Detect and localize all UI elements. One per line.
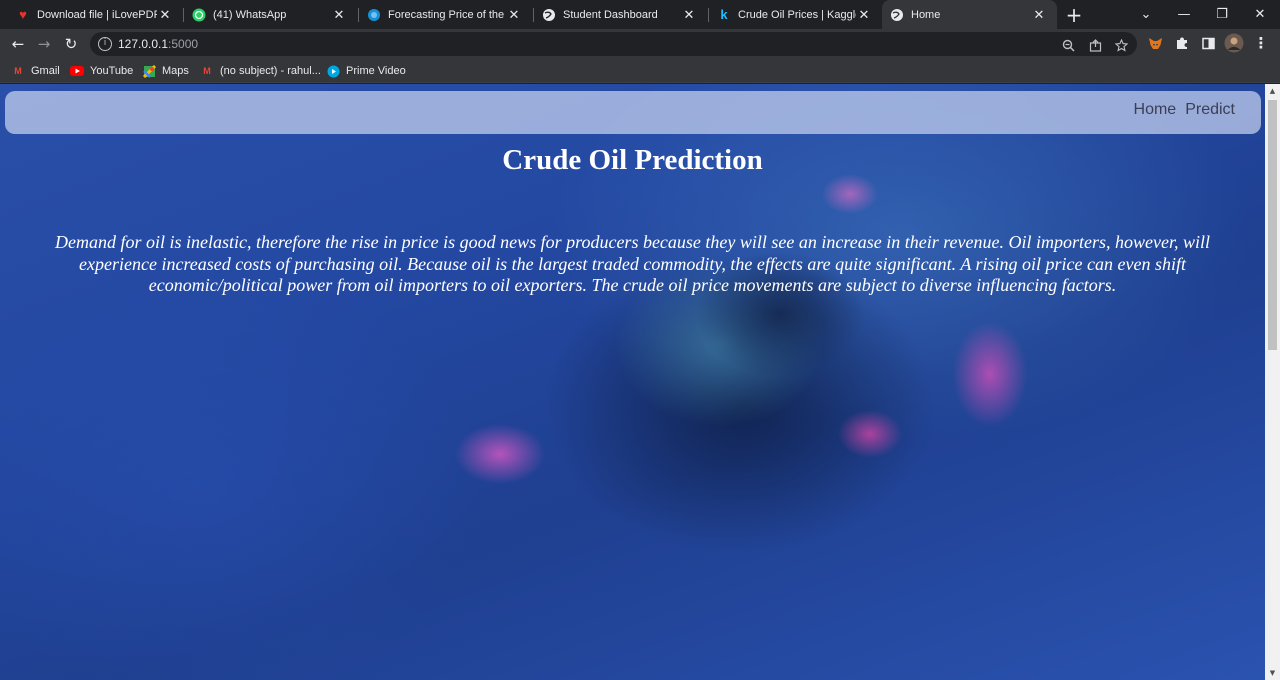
- nav-home-link[interactable]: Home: [1134, 101, 1177, 119]
- bookmark-label: Gmail: [31, 65, 60, 77]
- tab-title: Home: [911, 8, 941, 21]
- bookmark-no-subject[interactable]: M (no subject) - rahul...: [200, 63, 321, 79]
- info-icon[interactable]: i: [98, 37, 112, 51]
- back-button[interactable]: ←: [7, 33, 29, 55]
- tab-title: Download file | iLovePDF: [37, 8, 157, 21]
- side-panel-icon[interactable]: [1198, 33, 1218, 53]
- minimize-button[interactable]: —: [1165, 0, 1203, 29]
- scroll-down-arrow-icon[interactable]: ▼: [1265, 666, 1280, 680]
- tab-search-button[interactable]: ⌄: [1127, 0, 1165, 29]
- nav-predict-link[interactable]: Predict: [1185, 101, 1235, 119]
- gmail-icon: M: [203, 66, 211, 76]
- blue-globe-icon: [367, 8, 381, 22]
- youtube-icon: [70, 64, 84, 78]
- tab-title: Crude Oil Prices | Kaggle: [738, 8, 856, 21]
- tab-home[interactable]: Home ✕: [882, 0, 1057, 29]
- bookmark-youtube[interactable]: YouTube: [70, 63, 133, 79]
- kebab-menu-icon[interactable]: ⋮: [1251, 33, 1271, 53]
- metamask-fox-icon[interactable]: [1145, 33, 1165, 53]
- scroll-up-arrow-icon[interactable]: ▲: [1265, 84, 1280, 98]
- description-paragraph: Demand for oil is inelastic, therefore t…: [55, 232, 1210, 295]
- new-tab-button[interactable]: +: [1063, 3, 1085, 27]
- tab-title: (41) WhatsApp: [213, 8, 287, 21]
- ilovepdf-heart-icon: ♥: [19, 7, 27, 22]
- tab-strip: ♥ Download file | iLovePDF ✕ (41) WhatsA…: [0, 0, 1280, 29]
- close-icon[interactable]: ✕: [856, 7, 872, 23]
- page-scrollbar[interactable]: ▲ ▼: [1265, 84, 1280, 680]
- bookmark-star-icon[interactable]: [1113, 37, 1129, 53]
- nav-links: Home Predict: [1134, 101, 1235, 119]
- bookmark-label: (no subject) - rahul...: [220, 65, 321, 77]
- url-port: :5000: [168, 37, 199, 51]
- zoom-icon[interactable]: [1060, 37, 1076, 53]
- url-host: 127.0.0.1: [118, 37, 169, 51]
- bookmark-label: Maps: [162, 65, 189, 77]
- scrollbar-thumb[interactable]: [1268, 100, 1277, 350]
- globe-icon: [890, 8, 904, 22]
- tab-whatsapp[interactable]: (41) WhatsApp ✕: [184, 0, 357, 29]
- gmail-icon: M: [14, 66, 22, 76]
- bookmark-maps[interactable]: Maps: [142, 63, 189, 79]
- window-close-button[interactable]: ✕: [1241, 0, 1279, 29]
- close-icon[interactable]: ✕: [506, 7, 522, 23]
- close-icon[interactable]: ✕: [157, 7, 173, 23]
- bookmark-label: YouTube: [90, 65, 134, 77]
- tab-student-dashboard[interactable]: Student Dashboard ✕: [534, 0, 707, 29]
- forward-button[interactable]: →: [33, 33, 55, 55]
- reload-button[interactable]: ↻: [60, 33, 82, 55]
- browser-toolbar: ← → ↻ i 127.0.0.1:5000: [0, 29, 1280, 59]
- tab-title: Forecasting Price of the Cru: [388, 8, 506, 21]
- tab-ilovepdf[interactable]: ♥ Download file | iLovePDF ✕: [0, 0, 183, 29]
- globe-icon: [542, 8, 556, 22]
- address-bar[interactable]: i 127.0.0.1:5000: [90, 32, 1137, 56]
- page-viewport: Home Predict Crude Oil Prediction Demand…: [0, 84, 1280, 680]
- page-title: Crude Oil Prediction: [502, 144, 763, 176]
- close-icon[interactable]: ✕: [331, 7, 347, 23]
- close-icon[interactable]: ✕: [1031, 7, 1047, 23]
- tab-title: Student Dashboard: [563, 8, 658, 21]
- site-navbar: Home Predict: [5, 91, 1261, 134]
- profile-avatar[interactable]: [1224, 33, 1244, 53]
- url-text: 127.0.0.1:5000: [118, 37, 198, 51]
- tab-forecasting[interactable]: Forecasting Price of the Cru ✕: [359, 0, 532, 29]
- maps-icon: [142, 64, 156, 78]
- prime-video-icon: [326, 64, 340, 78]
- bookmark-gmail[interactable]: M Gmail: [11, 63, 60, 79]
- share-icon[interactable]: [1087, 37, 1103, 53]
- bookmark-prime-video[interactable]: Prime Video: [326, 63, 406, 79]
- bookmark-label: Prime Video: [346, 65, 406, 77]
- bookmarks-bar: M Gmail YouTube Maps M (no subject) - ra…: [0, 59, 1280, 83]
- whatsapp-icon: [192, 8, 206, 22]
- close-icon[interactable]: ✕: [681, 7, 697, 23]
- tab-kaggle[interactable]: k Crude Oil Prices | Kaggle ✕: [709, 0, 882, 29]
- restore-button[interactable]: ❐: [1203, 0, 1241, 29]
- extensions-puzzle-icon[interactable]: [1172, 33, 1192, 53]
- kaggle-k-icon: k: [720, 7, 728, 22]
